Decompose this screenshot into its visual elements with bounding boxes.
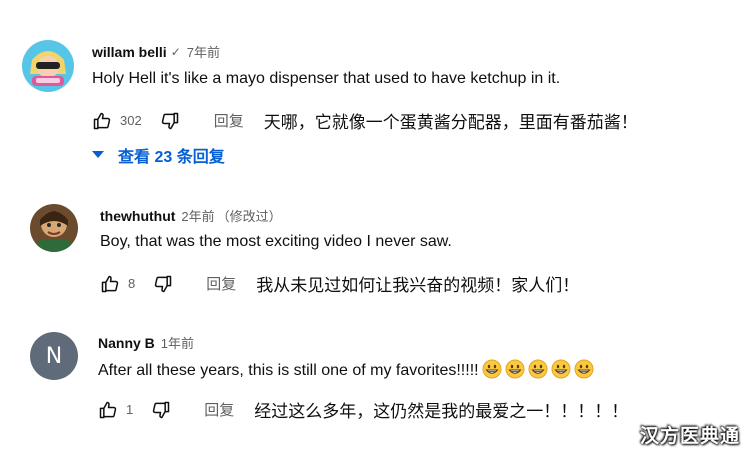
comment-header: willam belli ✓ 7年前 <box>92 42 220 61</box>
author-name[interactable]: thewhuthut <box>100 208 175 224</box>
avatar-image <box>22 40 74 92</box>
comment-header: Nanny B 1年前 <box>98 333 194 352</box>
thumbs-down-icon[interactable] <box>160 111 180 131</box>
view-replies-button[interactable]: 查看 23 条回复 <box>92 143 225 167</box>
avatar-willam-belli[interactable] <box>22 40 74 92</box>
comment-translation: 经过这么多年，这仍然是我的最爱之一！！！！！ <box>254 402 629 421</box>
avatar-letter: N <box>45 343 63 369</box>
thumbs-down-icon[interactable] <box>153 274 173 294</box>
watermark: 汉方医典通 <box>639 426 740 447</box>
like-count: 302 <box>120 113 142 128</box>
grinning-face-emoji <box>482 359 502 379</box>
comment-time[interactable]: 2年前 <box>181 206 214 225</box>
emoji-row <box>479 359 594 379</box>
comment-text: Boy, that was the most exciting video I … <box>100 233 452 250</box>
avatar-nanny-b[interactable]: N <box>30 332 78 380</box>
avatar-thewhuthut[interactable] <box>30 204 78 252</box>
grinning-face-emoji <box>505 359 525 379</box>
comment-text: After all these years, this is still one… <box>98 359 594 380</box>
comment-header: thewhuthut 2年前 （修改过） <box>100 206 282 225</box>
comment-actions: 1 回复 经过这么多年，这仍然是我的最爱之一！！！！！ <box>98 397 628 422</box>
thumbs-up-icon[interactable] <box>98 400 118 420</box>
author-name[interactable]: Nanny B <box>98 335 155 351</box>
view-replies-label: 查看 23 条回复 <box>118 149 225 166</box>
check-icon: ✓ <box>170 44 181 59</box>
reply-button[interactable]: 回复 <box>206 273 236 294</box>
comment-time[interactable]: 1年前 <box>161 333 194 352</box>
comment-time[interactable]: 7年前 <box>187 42 220 61</box>
thumbs-down-icon[interactable] <box>151 400 171 420</box>
edited-label: （修改过） <box>216 209 282 224</box>
avatar-image <box>30 204 78 252</box>
thumbs-up-icon[interactable] <box>92 111 112 131</box>
comment-translation: 我从未见过如何让我兴奋的视频！家人们！ <box>256 276 580 295</box>
comment-actions: 8 回复 我从未见过如何让我兴奋的视频！家人们！ <box>100 271 579 296</box>
grinning-face-emoji <box>528 359 548 379</box>
grinning-face-emoji <box>574 359 594 379</box>
comment-text-body: After all these years, this is still one… <box>98 362 479 379</box>
comment-actions: 302 回复 天哪，它就像一个蛋黄酱分配器，里面有番茄酱！ <box>92 108 638 133</box>
thumbs-up-icon[interactable] <box>100 274 120 294</box>
comment-translation: 天哪，它就像一个蛋黄酱分配器，里面有番茄酱！ <box>263 113 638 132</box>
like-count: 1 <box>126 402 134 417</box>
grinning-face-emoji <box>551 359 571 379</box>
reply-button[interactable]: 回复 <box>214 110 244 131</box>
caret-down-icon <box>92 146 104 164</box>
like-count: 8 <box>128 276 136 291</box>
author-name[interactable]: willam belli <box>92 44 167 60</box>
reply-button[interactable]: 回复 <box>204 399 234 420</box>
comment-text: Holy Hell it's like a mayo dispenser tha… <box>92 70 561 87</box>
